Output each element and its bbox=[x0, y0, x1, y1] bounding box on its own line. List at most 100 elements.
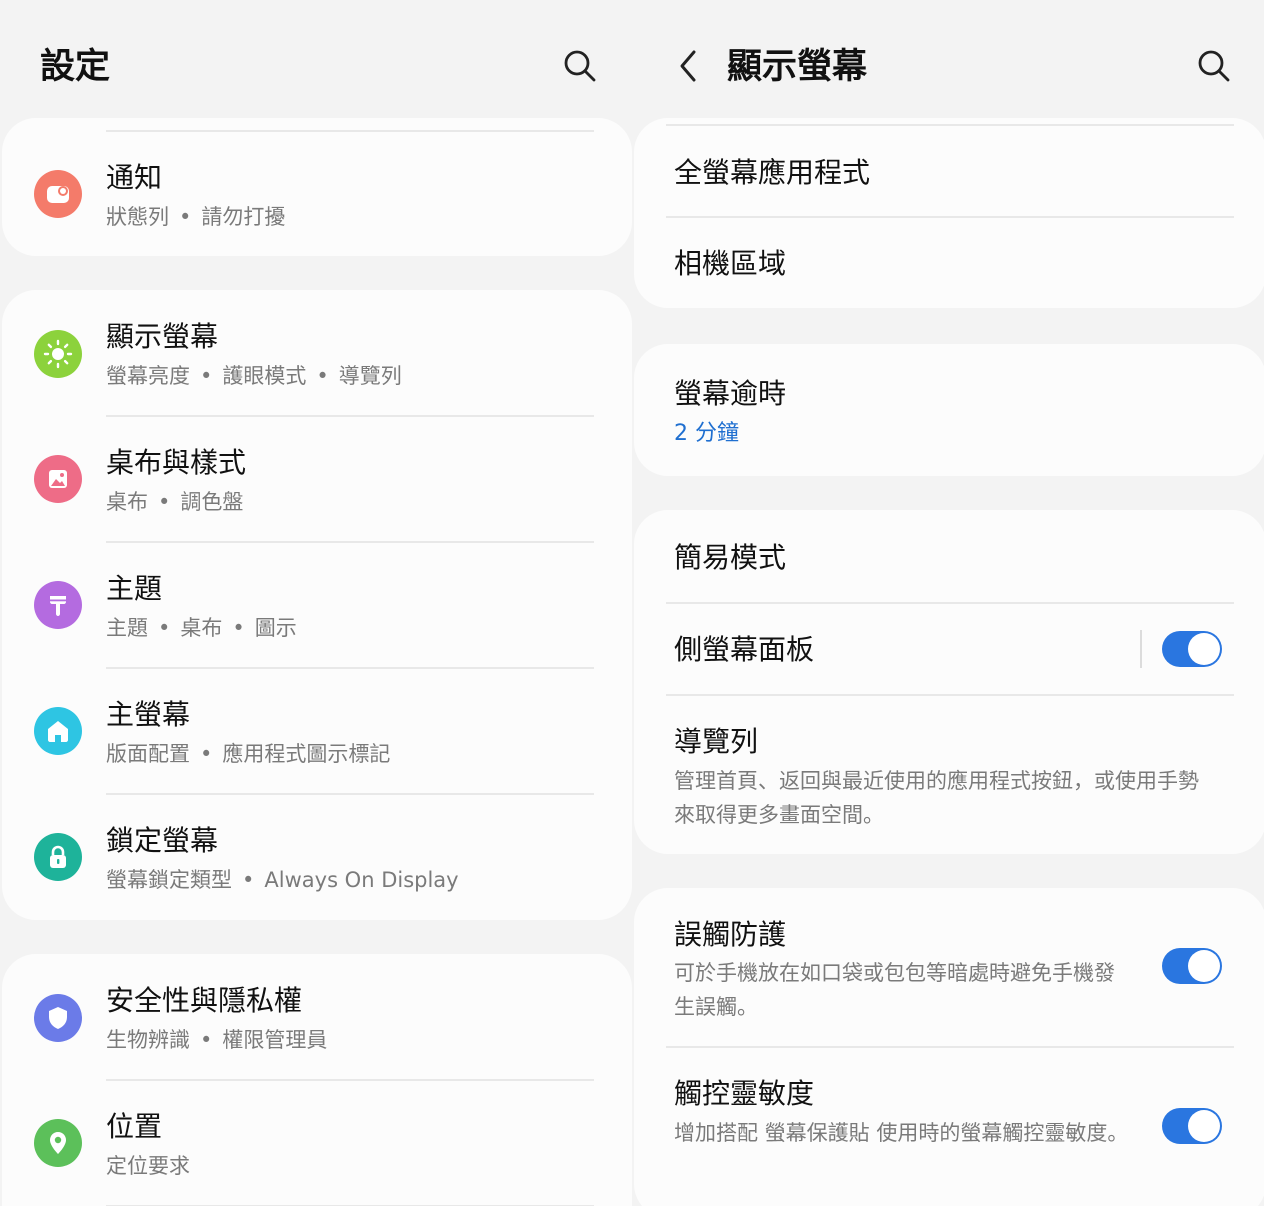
item-subtitle: 主題 • 桌布 • 圖示 bbox=[106, 614, 297, 642]
item-subtitle: 螢幕亮度 • 護眼模式 • 導覽列 bbox=[106, 362, 402, 390]
subtitle-part: 調色盤 bbox=[180, 490, 244, 514]
settings-item-notifications[interactable]: 通知 狀態列 • 請勿打擾 bbox=[2, 132, 632, 256]
item-subtitle: 版面配置 • 應用程式圖示標記 bbox=[106, 740, 390, 768]
item-title: 顯示螢幕 bbox=[106, 320, 219, 353]
vertical-separator bbox=[1140, 630, 1142, 668]
screen-timeout-item[interactable]: 螢幕逾時 2 分鐘 bbox=[634, 344, 1264, 476]
settings-item-lock-screen[interactable]: 鎖定螢幕 螢幕鎖定類型 • Always On Display bbox=[2, 795, 632, 920]
touch-sensitivity-toggle[interactable] bbox=[1162, 1108, 1222, 1144]
accidental-touch-toggle[interactable] bbox=[1162, 948, 1222, 984]
page-title: 設定 bbox=[40, 47, 111, 87]
subtitle-part: 應用程式圖示標記 bbox=[222, 742, 391, 766]
search-button[interactable] bbox=[558, 44, 602, 88]
subtitle-part: 圖示 bbox=[254, 616, 297, 640]
settings-group-2: 顯示螢幕 螢幕亮度 • 護眼模式 • 導覽列 桌布與樣式 桌布 • 調色盤 主題 主題 • 桌布… bbox=[2, 290, 632, 920]
separator: • bbox=[200, 364, 213, 388]
display-group-3: 簡易模式 側螢幕面板 導覽列 管理首頁、返回與最近使用的應用程式按鈕，或使用手勢… bbox=[634, 510, 1264, 854]
item-subtitle: 桌布 • 調色盤 bbox=[106, 488, 243, 516]
separator: • bbox=[200, 1028, 213, 1052]
settings-item-wallpaper[interactable]: 桌布與樣式 桌布 • 調色盤 bbox=[2, 417, 632, 542]
accidental-touch-item[interactable]: 誤觸防護 可於手機放在如口袋或包包等暗處時避免手機發生誤觸。 bbox=[634, 888, 1264, 1046]
subtitle-part: 版面配置 bbox=[106, 742, 190, 766]
settings-item-home-screen[interactable]: 主螢幕 版面配置 • 應用程式圖示標記 bbox=[2, 669, 632, 794]
item-title: 相機區域 bbox=[674, 247, 787, 280]
settings-group-1: 通知 狀態列 • 請勿打擾 bbox=[2, 118, 632, 256]
toggle-knob bbox=[1188, 950, 1220, 982]
item-subtitle: 生物辨識 • 權限管理員 bbox=[106, 1026, 327, 1054]
separator: • bbox=[232, 616, 245, 640]
display-header: 顯示螢幕 bbox=[632, 0, 1264, 120]
toggle-knob bbox=[1188, 633, 1220, 665]
theme-icon bbox=[34, 581, 82, 629]
shield-icon bbox=[34, 994, 82, 1042]
lock-icon bbox=[34, 833, 82, 881]
edge-panels-item[interactable]: 側螢幕面板 bbox=[634, 604, 1264, 694]
item-title: 全螢幕應用程式 bbox=[674, 156, 871, 189]
separator: • bbox=[158, 490, 171, 514]
item-title: 主題 bbox=[106, 572, 163, 605]
settings-group-3: 安全性與隱私權 生物辨識 • 權限管理員 位置 定位要求 bbox=[2, 954, 632, 1206]
item-title: 鎖定螢幕 bbox=[106, 824, 219, 857]
easy-mode-item[interactable]: 簡易模式 bbox=[634, 510, 1264, 602]
subtitle-part: 護眼模式 bbox=[222, 364, 307, 388]
item-title: 螢幕逾時 bbox=[674, 377, 787, 410]
item-description: 管理首頁、返回與最近使用的應用程式按鈕，或使用手勢來取得更多畫面空間。 bbox=[674, 769, 1199, 827]
edge-panels-toggle[interactable] bbox=[1162, 631, 1222, 667]
settings-header: 設定 bbox=[0, 0, 632, 120]
location-pin-icon bbox=[34, 1119, 82, 1167]
separator: • bbox=[242, 868, 255, 892]
settings-item-display[interactable]: 顯示螢幕 螢幕亮度 • 護眼模式 • 導覽列 bbox=[2, 290, 632, 416]
settings-item-themes[interactable]: 主題 主題 • 桌布 • 圖示 bbox=[2, 543, 632, 668]
toggle-knob bbox=[1188, 1110, 1220, 1142]
settings-item-security-privacy[interactable]: 安全性與隱私權 生物辨識 • 權限管理員 bbox=[2, 954, 632, 1080]
separator: • bbox=[200, 742, 213, 766]
search-button[interactable] bbox=[1192, 44, 1236, 88]
settings-item-location[interactable]: 位置 定位要求 bbox=[2, 1081, 632, 1206]
page-title: 顯示螢幕 bbox=[727, 47, 868, 87]
display-group-2: 螢幕逾時 2 分鐘 bbox=[634, 344, 1264, 476]
separator: • bbox=[179, 205, 192, 229]
subtitle-part: 生物辨識 bbox=[106, 1028, 190, 1052]
subtitle-part: 桌布 bbox=[180, 616, 223, 640]
wallpaper-icon bbox=[34, 455, 82, 503]
item-title: 安全性與隱私權 bbox=[106, 984, 303, 1017]
item-description: 可於手機放在如口袋或包包等暗處時避免手機發生誤觸。 bbox=[674, 961, 1115, 1019]
item-title: 通知 bbox=[106, 161, 163, 194]
subtitle-part: 螢幕鎖定類型 bbox=[106, 868, 232, 892]
subtitle-part: 請勿打擾 bbox=[201, 205, 286, 229]
display-panel: 顯示螢幕 全螢幕應用程式 相機區域 螢幕逾時 2 分鐘 簡易模式 側螢幕面板 導… bbox=[632, 0, 1264, 1206]
separator: • bbox=[316, 364, 329, 388]
subtitle-part: Always On Display bbox=[264, 868, 459, 892]
item-title: 桌布與樣式 bbox=[106, 446, 247, 479]
subtitle-part: 導覽列 bbox=[338, 364, 402, 388]
item-description: 增加搭配 螢幕保護貼 使用時的螢幕觸控靈敏度。 bbox=[674, 1121, 1129, 1145]
brightness-icon bbox=[34, 330, 82, 378]
search-icon bbox=[1198, 50, 1230, 82]
separator: • bbox=[158, 616, 171, 640]
subtitle-part: 定位要求 bbox=[106, 1154, 190, 1178]
item-title: 導覽列 bbox=[674, 725, 759, 758]
display-group-4: 誤觸防護 可於手機放在如口袋或包包等暗處時避免手機發生誤觸。 觸控靈敏度 增加搭… bbox=[634, 888, 1264, 1206]
camera-cutout-item[interactable]: 相機區域 bbox=[634, 218, 1264, 308]
item-title: 觸控靈敏度 bbox=[674, 1077, 815, 1110]
display-group-1: 全螢幕應用程式 相機區域 bbox=[634, 118, 1264, 308]
back-button[interactable] bbox=[666, 44, 710, 88]
item-title: 簡易模式 bbox=[674, 541, 787, 574]
screen-timeout-value: 2 分鐘 bbox=[674, 421, 739, 446]
item-title: 側螢幕面板 bbox=[674, 633, 815, 666]
item-subtitle: 螢幕鎖定類型 • Always On Display bbox=[106, 866, 459, 894]
navigation-bar-item[interactable]: 導覽列 管理首頁、返回與最近使用的應用程式按鈕，或使用手勢來取得更多畫面空間。 bbox=[634, 696, 1264, 854]
chevron-left-icon bbox=[680, 50, 696, 82]
notification-icon bbox=[34, 170, 82, 218]
item-subtitle: 定位要求 bbox=[106, 1152, 190, 1180]
subtitle-part: 狀態列 bbox=[106, 205, 169, 229]
search-icon bbox=[564, 50, 596, 82]
fullscreen-apps-item[interactable]: 全螢幕應用程式 bbox=[634, 126, 1264, 216]
settings-panel: 設定 通知 狀態列 • 請勿打擾 顯示螢幕 螢幕亮度 • 護眼模式 • 導覽列 bbox=[0, 0, 632, 1206]
subtitle-part: 桌布 bbox=[106, 490, 148, 514]
subtitle-part: 主題 bbox=[106, 616, 148, 640]
subtitle-part: 螢幕亮度 bbox=[106, 364, 190, 388]
item-title: 位置 bbox=[106, 1110, 163, 1143]
touch-sensitivity-item[interactable]: 觸控靈敏度 增加搭配 螢幕保護貼 使用時的螢幕觸控靈敏度。 bbox=[634, 1048, 1264, 1206]
item-subtitle: 狀態列 • 請勿打擾 bbox=[106, 203, 285, 231]
